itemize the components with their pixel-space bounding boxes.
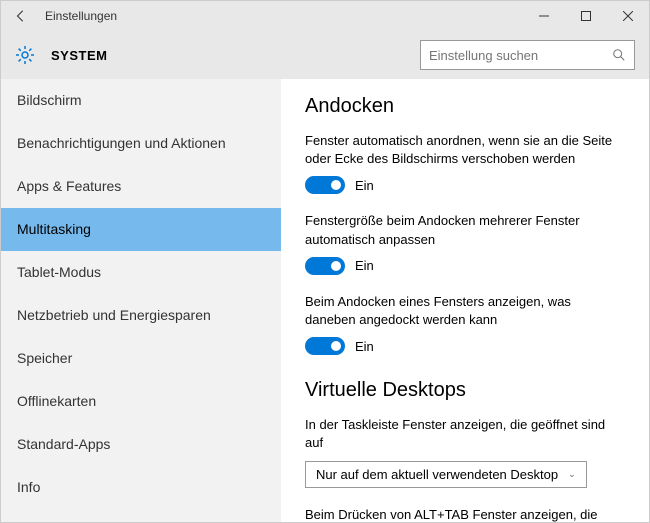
setting-label: Beim Andocken eines Fensters anzeigen, w… [305, 293, 625, 329]
sidebar-item-bildschirm[interactable]: Bildschirm [1, 79, 281, 122]
setting-label: Fenstergröße beim Andocken mehrerer Fens… [305, 212, 625, 248]
section-title-andocken: Andocken [305, 95, 625, 118]
header: SYSTEM [1, 31, 649, 79]
sidebar-item-info[interactable]: Info [1, 466, 281, 509]
close-button[interactable] [607, 1, 649, 31]
toggle-state-label: Ein [355, 178, 374, 193]
sidebar-item-speicher[interactable]: Speicher [1, 337, 281, 380]
sidebar-item-multitasking[interactable]: Multitasking [1, 208, 281, 251]
chevron-down-icon: ⌄ [568, 469, 576, 480]
setting-label: In der Taskleiste Fenster anzeigen, die … [305, 416, 625, 452]
content: Andocken Fenster automatisch anordnen, w… [281, 79, 649, 522]
minimize-button[interactable] [523, 1, 565, 31]
setting-snap-resize: Fenstergröße beim Andocken mehrerer Fens… [305, 212, 625, 274]
setting-label: Fenster automatisch anordnen, wenn sie a… [305, 132, 625, 168]
toggle-state-label: Ein [355, 339, 374, 354]
dropdown-taskbar-show[interactable]: Nur auf dem aktuell verwendeten Desktop … [305, 461, 587, 488]
setting-alttab-show: Beim Drücken von ALT+TAB Fenster anzeige… [305, 506, 625, 523]
toggle-snap-arrange[interactable] [305, 176, 345, 194]
maximize-button[interactable] [565, 1, 607, 31]
search-input[interactable] [429, 48, 612, 63]
toggle-snap-assist[interactable] [305, 337, 345, 355]
page-title: SYSTEM [51, 48, 107, 63]
toggle-state-label: Ein [355, 258, 374, 273]
window-title: Einstellungen [45, 9, 117, 23]
sidebar-item-offlinekarten[interactable]: Offlinekarten [1, 380, 281, 423]
back-button[interactable] [9, 4, 33, 28]
setting-snap-assist: Beim Andocken eines Fensters anzeigen, w… [305, 293, 625, 355]
gear-icon [15, 45, 35, 65]
titlebar: Einstellungen [1, 1, 649, 31]
sidebar-item-standard-apps[interactable]: Standard-Apps [1, 423, 281, 466]
sidebar-item-benachrichtigungen[interactable]: Benachrichtigungen und Aktionen [1, 122, 281, 165]
sidebar: Bildschirm Benachrichtigungen und Aktion… [1, 79, 281, 522]
sidebar-item-netzbetrieb[interactable]: Netzbetrieb und Energiesparen [1, 294, 281, 337]
dropdown-value: Nur auf dem aktuell verwendeten Desktop [316, 467, 558, 482]
section-title-virtual-desktops: Virtuelle Desktops [305, 379, 625, 402]
toggle-snap-resize[interactable] [305, 257, 345, 275]
sidebar-item-apps-features[interactable]: Apps & Features [1, 165, 281, 208]
search-icon [612, 48, 626, 62]
search-box[interactable] [420, 40, 635, 70]
sidebar-item-tablet-modus[interactable]: Tablet-Modus [1, 251, 281, 294]
setting-taskbar-show: In der Taskleiste Fenster anzeigen, die … [305, 416, 625, 487]
setting-label: Beim Drücken von ALT+TAB Fenster anzeige… [305, 506, 625, 523]
setting-snap-arrange: Fenster automatisch anordnen, wenn sie a… [305, 132, 625, 194]
